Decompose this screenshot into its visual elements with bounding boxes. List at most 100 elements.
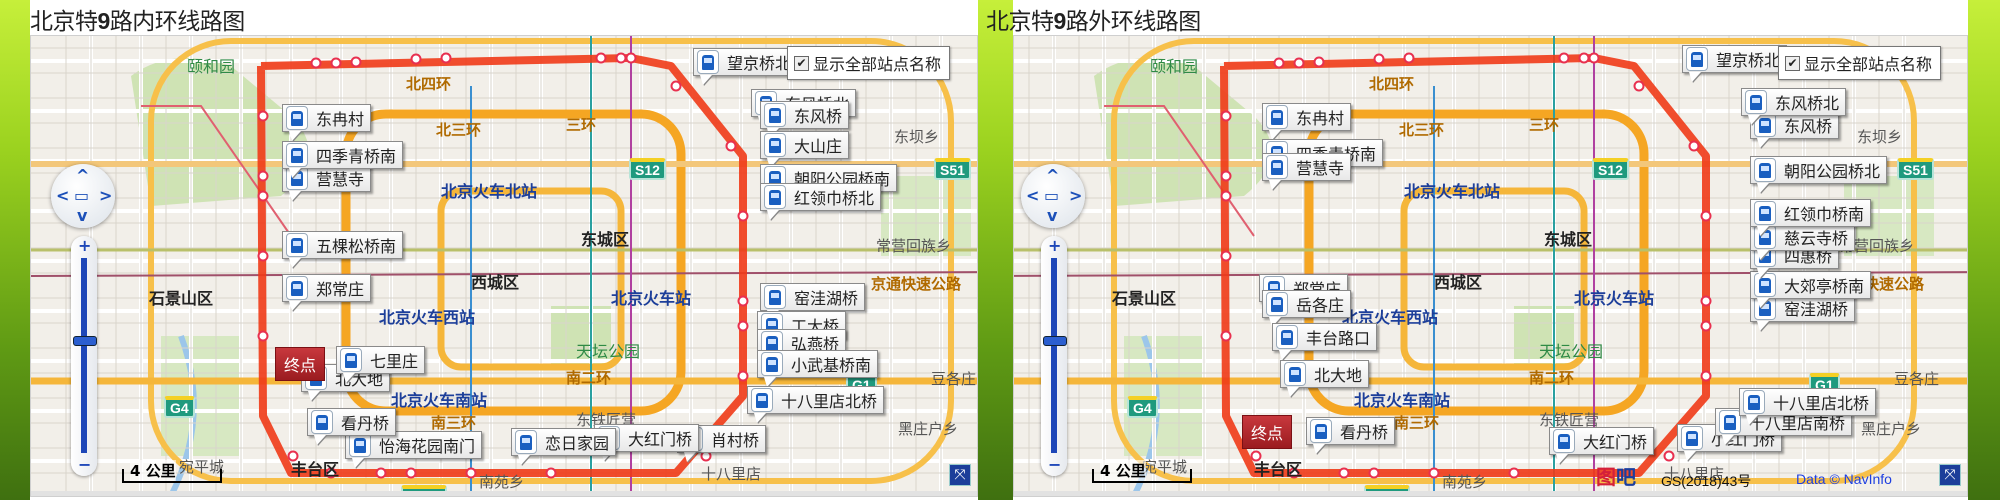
stop-dot[interactable]	[1663, 450, 1675, 462]
stop-dot[interactable]	[1220, 110, 1232, 122]
stop-dot[interactable]	[1700, 295, 1712, 307]
station-label[interactable]: 十八里店北桥	[747, 386, 885, 414]
station-label[interactable]: 北大地	[1280, 360, 1370, 388]
station-label[interactable]: 丰台路口	[1272, 323, 1378, 351]
minus-icon[interactable]: −	[78, 455, 91, 474]
plus-icon[interactable]: +	[1048, 236, 1061, 255]
station-label[interactable]: 小武基桥南	[757, 350, 879, 378]
fullscreen-icon[interactable]: ⤧	[949, 464, 971, 486]
stop-dot[interactable]	[545, 467, 557, 479]
terminal-marker[interactable]: 终点	[275, 347, 326, 381]
show-all-stations-toggle[interactable]: ✔ 显示全部站点名称	[1778, 46, 1942, 80]
stop-dot[interactable]	[1373, 53, 1385, 65]
stop-dot[interactable]	[737, 370, 749, 382]
station-label[interactable]: 大山庄	[760, 131, 850, 159]
stop-dot[interactable]	[1633, 80, 1645, 92]
station-label[interactable]: 五棵松桥南	[282, 231, 404, 259]
station-label[interactable]: 朝阳公园桥北	[1750, 156, 1888, 184]
stop-dot[interactable]	[465, 467, 477, 479]
stop-dot[interactable]	[670, 80, 682, 92]
stop-dot[interactable]	[1338, 467, 1350, 479]
station-label[interactable]: 望京桥北	[693, 48, 799, 76]
station-label[interactable]: 十八里店北桥	[1739, 388, 1877, 416]
data-credit-link[interactable]: Data © NavInfo	[1796, 471, 1892, 487]
station-label[interactable]: 营慧寺	[1262, 153, 1352, 181]
stop-dot[interactable]	[1700, 320, 1712, 332]
stop-dot[interactable]	[1220, 250, 1232, 262]
station-label[interactable]: 看丹桥	[1306, 417, 1396, 445]
station-label[interactable]: 东风桥北	[1741, 88, 1847, 116]
zoom-track[interactable]	[1051, 258, 1057, 453]
checkmark-icon[interactable]: ✔	[1785, 55, 1800, 71]
station-label[interactable]: 郑常庄	[282, 274, 372, 302]
station-label[interactable]: 东冉村	[282, 104, 372, 132]
zoom-thumb[interactable]	[1043, 336, 1067, 346]
stop-dot[interactable]	[375, 467, 387, 479]
stop-dot[interactable]	[350, 56, 362, 68]
show-all-stations-toggle[interactable]: ✔ 显示全部站点名称	[787, 46, 951, 80]
station-label[interactable]: 大红门桥	[1549, 427, 1655, 455]
stop-dot[interactable]	[1220, 170, 1232, 182]
stop-dot[interactable]	[1273, 57, 1285, 69]
pan-right-icon[interactable]: >	[1069, 186, 1082, 205]
ruler-icon[interactable]: ▭	[1044, 186, 1059, 205]
stop-dot[interactable]	[1368, 467, 1380, 479]
stop-dot[interactable]	[1508, 467, 1520, 479]
stop-dot[interactable]	[330, 57, 342, 69]
stop-dot[interactable]	[1220, 330, 1232, 342]
station-label[interactable]: 东冉村	[1262, 103, 1352, 131]
zoom-slider[interactable]: + −	[1041, 236, 1067, 476]
route-map[interactable]: 颐和园 北京火车北站 东城区 西城区 石景山区 北京火车站 北京火车西站 天坛公园 北京火车南站…	[1013, 35, 1968, 497]
stop-dot[interactable]	[257, 330, 269, 342]
stop-dot[interactable]	[257, 250, 269, 262]
stop-dot[interactable]	[1220, 190, 1232, 202]
station-label[interactable]: 红领巾桥南	[1750, 199, 1872, 227]
stop-dot[interactable]	[1700, 210, 1712, 222]
stop-dot[interactable]	[410, 53, 422, 65]
stop-dot[interactable]	[737, 320, 749, 332]
checkmark-icon[interactable]: ✔	[794, 55, 809, 71]
stop-dot[interactable]	[1313, 56, 1325, 68]
plus-icon[interactable]: +	[78, 236, 91, 255]
pan-left-icon[interactable]: <	[56, 186, 69, 205]
pan-control[interactable]: ^ v < > ▭	[1021, 164, 1085, 228]
station-label[interactable]: 东风桥	[760, 101, 850, 129]
stop-dot[interactable]	[1558, 52, 1570, 64]
pan-right-icon[interactable]: >	[99, 186, 112, 205]
stop-dot[interactable]	[725, 140, 737, 152]
stop-dot[interactable]	[1428, 467, 1440, 479]
stop-dot[interactable]	[1688, 140, 1700, 152]
ruler-icon[interactable]: ▭	[74, 186, 89, 205]
stop-dot[interactable]	[625, 52, 637, 64]
stop-dot[interactable]	[257, 190, 269, 202]
station-label[interactable]: 红领巾桥北	[760, 183, 882, 211]
pan-up-icon[interactable]: ^	[76, 166, 89, 185]
station-label[interactable]: 窑洼湖桥	[760, 283, 866, 311]
minus-icon[interactable]: −	[1048, 455, 1061, 474]
station-label[interactable]: 七里庄	[336, 346, 426, 374]
station-label[interactable]: 恋日家园	[511, 428, 617, 456]
fullscreen-icon[interactable]: ⤧	[1939, 464, 1961, 486]
station-label[interactable]: 四季青桥南	[282, 141, 404, 169]
zoom-track[interactable]	[81, 258, 87, 453]
route-map[interactable]: 颐和园 北京火车北站 东城区 西城区 石景山区 北京火车站 北京火车西站 天坛公园 北京火车南站…	[30, 35, 978, 497]
stop-dot[interactable]	[405, 467, 417, 479]
stop-dot[interactable]	[1578, 52, 1590, 64]
stop-dot[interactable]	[737, 210, 749, 222]
pan-down-icon[interactable]: v	[1047, 206, 1057, 225]
pan-down-icon[interactable]: v	[77, 206, 87, 225]
stop-dot[interactable]	[615, 52, 627, 64]
stop-dot[interactable]	[257, 170, 269, 182]
terminal-marker[interactable]: 终点	[1242, 415, 1293, 449]
pan-up-icon[interactable]: ^	[1046, 166, 1059, 185]
stop-dot[interactable]	[1700, 370, 1712, 382]
stop-dot[interactable]	[440, 52, 452, 64]
stop-dot[interactable]	[1293, 57, 1305, 69]
zoom-slider[interactable]: + −	[71, 236, 97, 476]
stop-dot[interactable]	[737, 295, 749, 307]
zoom-thumb[interactable]	[73, 336, 97, 346]
stop-dot[interactable]	[310, 57, 322, 69]
station-label[interactable]: 岳各庄	[1262, 290, 1352, 318]
pan-control[interactable]: ^ v < > ▭	[51, 164, 115, 228]
stop-dot[interactable]	[257, 110, 269, 122]
